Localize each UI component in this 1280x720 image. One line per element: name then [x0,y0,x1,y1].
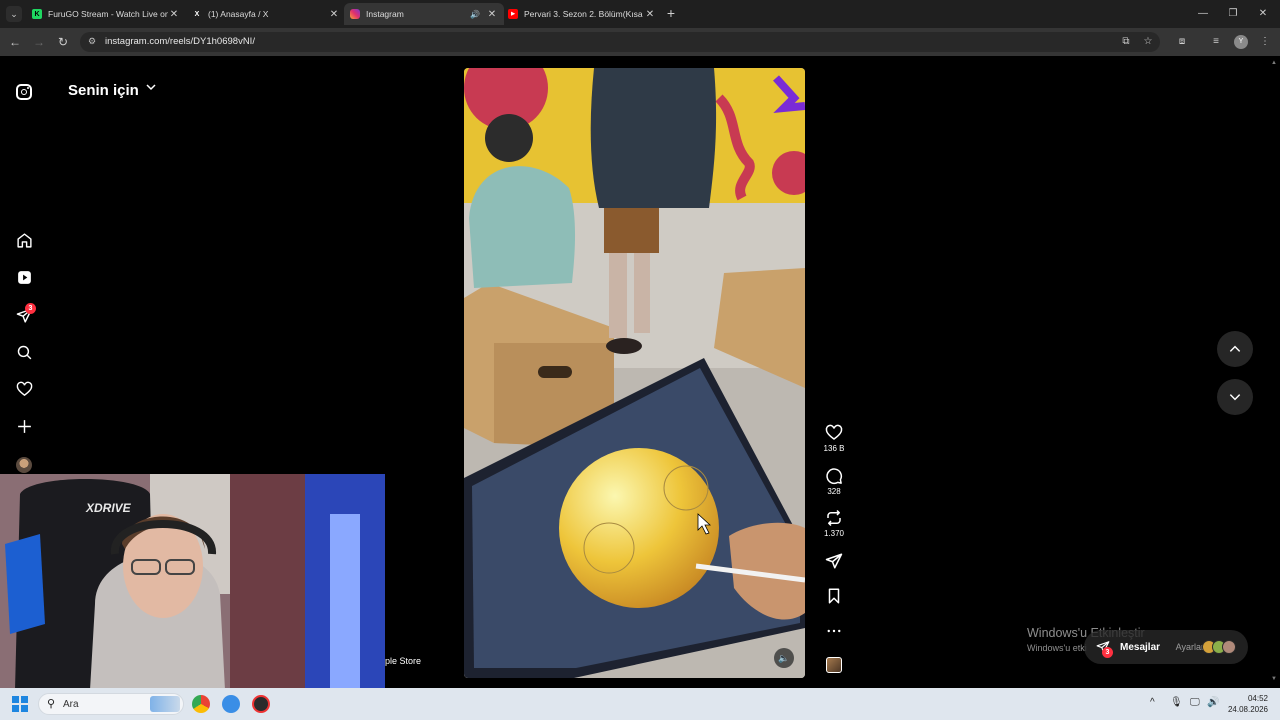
chevron-up-icon [1229,345,1241,352]
volume-icon[interactable]: 🔊 [1207,697,1219,708]
messages-label: Mesajlar [1120,641,1161,653]
webcam-overlay: XDRIVE [0,474,385,690]
create-plus-icon[interactable] [14,416,34,436]
youtube-favicon-icon: ▶ [508,9,518,19]
avatar [1222,640,1236,654]
cast-icon[interactable]: ⧉ [1118,34,1134,50]
mute-toggle-button[interactable]: 🔈 [774,648,794,668]
tab-title: (1) Anasayfa / X [208,9,269,19]
scrollbar-down-arrow[interactable]: ▼ [1270,676,1278,682]
show-hidden-icons-icon[interactable]: ^ [1150,697,1155,708]
audio-thumbnail[interactable] [826,657,842,673]
microphone-icon[interactable]: 🎙 [1170,697,1183,708]
bookmark-icon[interactable] [825,587,843,605]
instagram-favicon-icon [350,9,360,19]
bookmark-star-icon[interactable]: ☆ [1140,34,1156,50]
new-tab-button[interactable]: + [664,5,678,21]
media-controls-icon[interactable]: ≡ [1208,34,1224,50]
forward-button[interactable]: → [31,34,47,50]
partial-caption-text: ple Store [385,656,422,666]
reel-video-frame [464,68,805,678]
more-options-action[interactable] [816,622,852,640]
clock-time: 04:52 [1247,694,1268,703]
site-info-icon[interactable]: ⚙ [88,36,96,47]
heart-icon[interactable] [825,424,843,442]
close-tab-icon[interactable]: ✕ [644,9,656,20]
messages-badge: 3 [25,303,36,314]
comment-count: 328 [827,487,841,496]
instagram-logo-icon[interactable] [16,84,32,100]
webcam-feed: XDRIVE [0,474,385,690]
clock-date: 24.08.2026 [1227,705,1268,714]
restore-button[interactable]: ❐ [1218,0,1248,28]
chevron-down-icon [1229,394,1241,401]
share-action[interactable] [816,552,852,570]
audio-playing-icon[interactable]: 🔊 [470,10,480,19]
search-icon: ⚲ [47,698,56,710]
reels-icon[interactable] [14,267,34,287]
furugo-favicon-icon: K [32,9,42,19]
profile-avatar[interactable] [16,457,32,473]
save-action[interactable] [816,587,852,605]
windows-taskbar: ⚲ Ara ^ 🎙 🖵 🔊 04:52 24.08.2026 [0,688,1280,720]
repost-icon[interactable] [825,509,843,527]
app-taskbar-icon[interactable] [222,695,240,713]
chevron-down-icon[interactable] [146,83,156,94]
system-clock[interactable]: 04:52 24.08.2026 [1222,693,1268,715]
tab-x[interactable]: X (1) Anasayfa / X ✕ [186,3,346,25]
home-icon[interactable] [14,230,34,250]
minimize-button[interactable]: — [1188,0,1218,28]
extensions-icon[interactable]: ⧈ [1174,34,1190,50]
search-highlight-image [150,696,180,712]
network-icon[interactable]: 🖵 [1190,697,1200,708]
url-field[interactable]: ⚙ instagram.com/reels/DY1h0698vNI/ [80,32,1160,52]
comment-action[interactable]: 328 [816,467,852,496]
activation-subtitle-tail: Ayarlar [1175,642,1204,652]
browser-menu-icon[interactable]: ⋮ [1257,34,1273,50]
reel-video[interactable] [464,68,805,678]
address-bar: ← → ↻ ⚙ instagram.com/reels/DY1h0698vNI/… [0,28,1280,56]
tab-youtube[interactable]: ▶ Pervari 3. Sezon 2. Bölüm(Kısa ✕ [502,3,662,25]
repost-count: 1.370 [823,529,845,538]
messages-popup-badge: 3 [1102,647,1113,658]
tab-instagram[interactable]: Instagram 🔊 ✕ [344,3,504,25]
close-window-button[interactable]: ✕ [1248,0,1278,28]
close-tab-icon[interactable]: ✕ [168,9,180,20]
close-tab-icon[interactable]: ✕ [486,9,498,20]
share-icon[interactable] [825,552,843,570]
back-button[interactable]: ← [7,34,23,50]
search-icon[interactable] [14,342,34,362]
taskbar-search-placeholder: Ara [63,699,79,710]
previous-reel-button[interactable] [1217,331,1253,367]
url-text: instagram.com/reels/DY1h0698vNI/ [105,36,255,47]
tab-furugo[interactable]: K FuruGO Stream - Watch Live on ✕ [26,3,186,25]
obs-taskbar-icon[interactable] [252,695,270,713]
windows-start-icon[interactable] [12,696,28,712]
chrome-taskbar-icon[interactable] [192,695,210,713]
next-reel-button[interactable] [1217,379,1253,415]
tab-title: Pervari 3. Sezon 2. Bölüm(Kısa [524,9,643,19]
repost-action[interactable]: 1.370 [816,509,852,538]
tab-title: FuruGO Stream - Watch Live on [48,9,168,19]
chair-brand-text: XDRIVE [85,501,132,515]
scrollbar-up-arrow[interactable]: ▲ [1270,60,1278,66]
tab-title: Instagram [366,9,404,19]
reload-button[interactable]: ↻ [55,34,71,50]
browser-profile-avatar[interactable]: Y [1234,35,1248,49]
feed-selector-title[interactable]: Senin için [68,82,139,99]
browser-tab-strip: ⌄ K FuruGO Stream - Watch Live on ✕ X (1… [0,0,1280,28]
more-icon[interactable] [825,622,843,640]
like-count: 136 B [823,444,845,453]
tab-search-button[interactable]: ⌄ [6,6,22,22]
notifications-heart-icon[interactable] [14,379,34,399]
x-favicon-icon: X [194,10,200,18]
comment-icon[interactable] [825,467,843,485]
close-tab-icon[interactable]: ✕ [328,9,340,20]
like-action[interactable]: 136 B [816,424,852,453]
messages-icon[interactable]: 3 [14,303,36,325]
activation-subtitle: Windows'u etki [1027,643,1087,653]
